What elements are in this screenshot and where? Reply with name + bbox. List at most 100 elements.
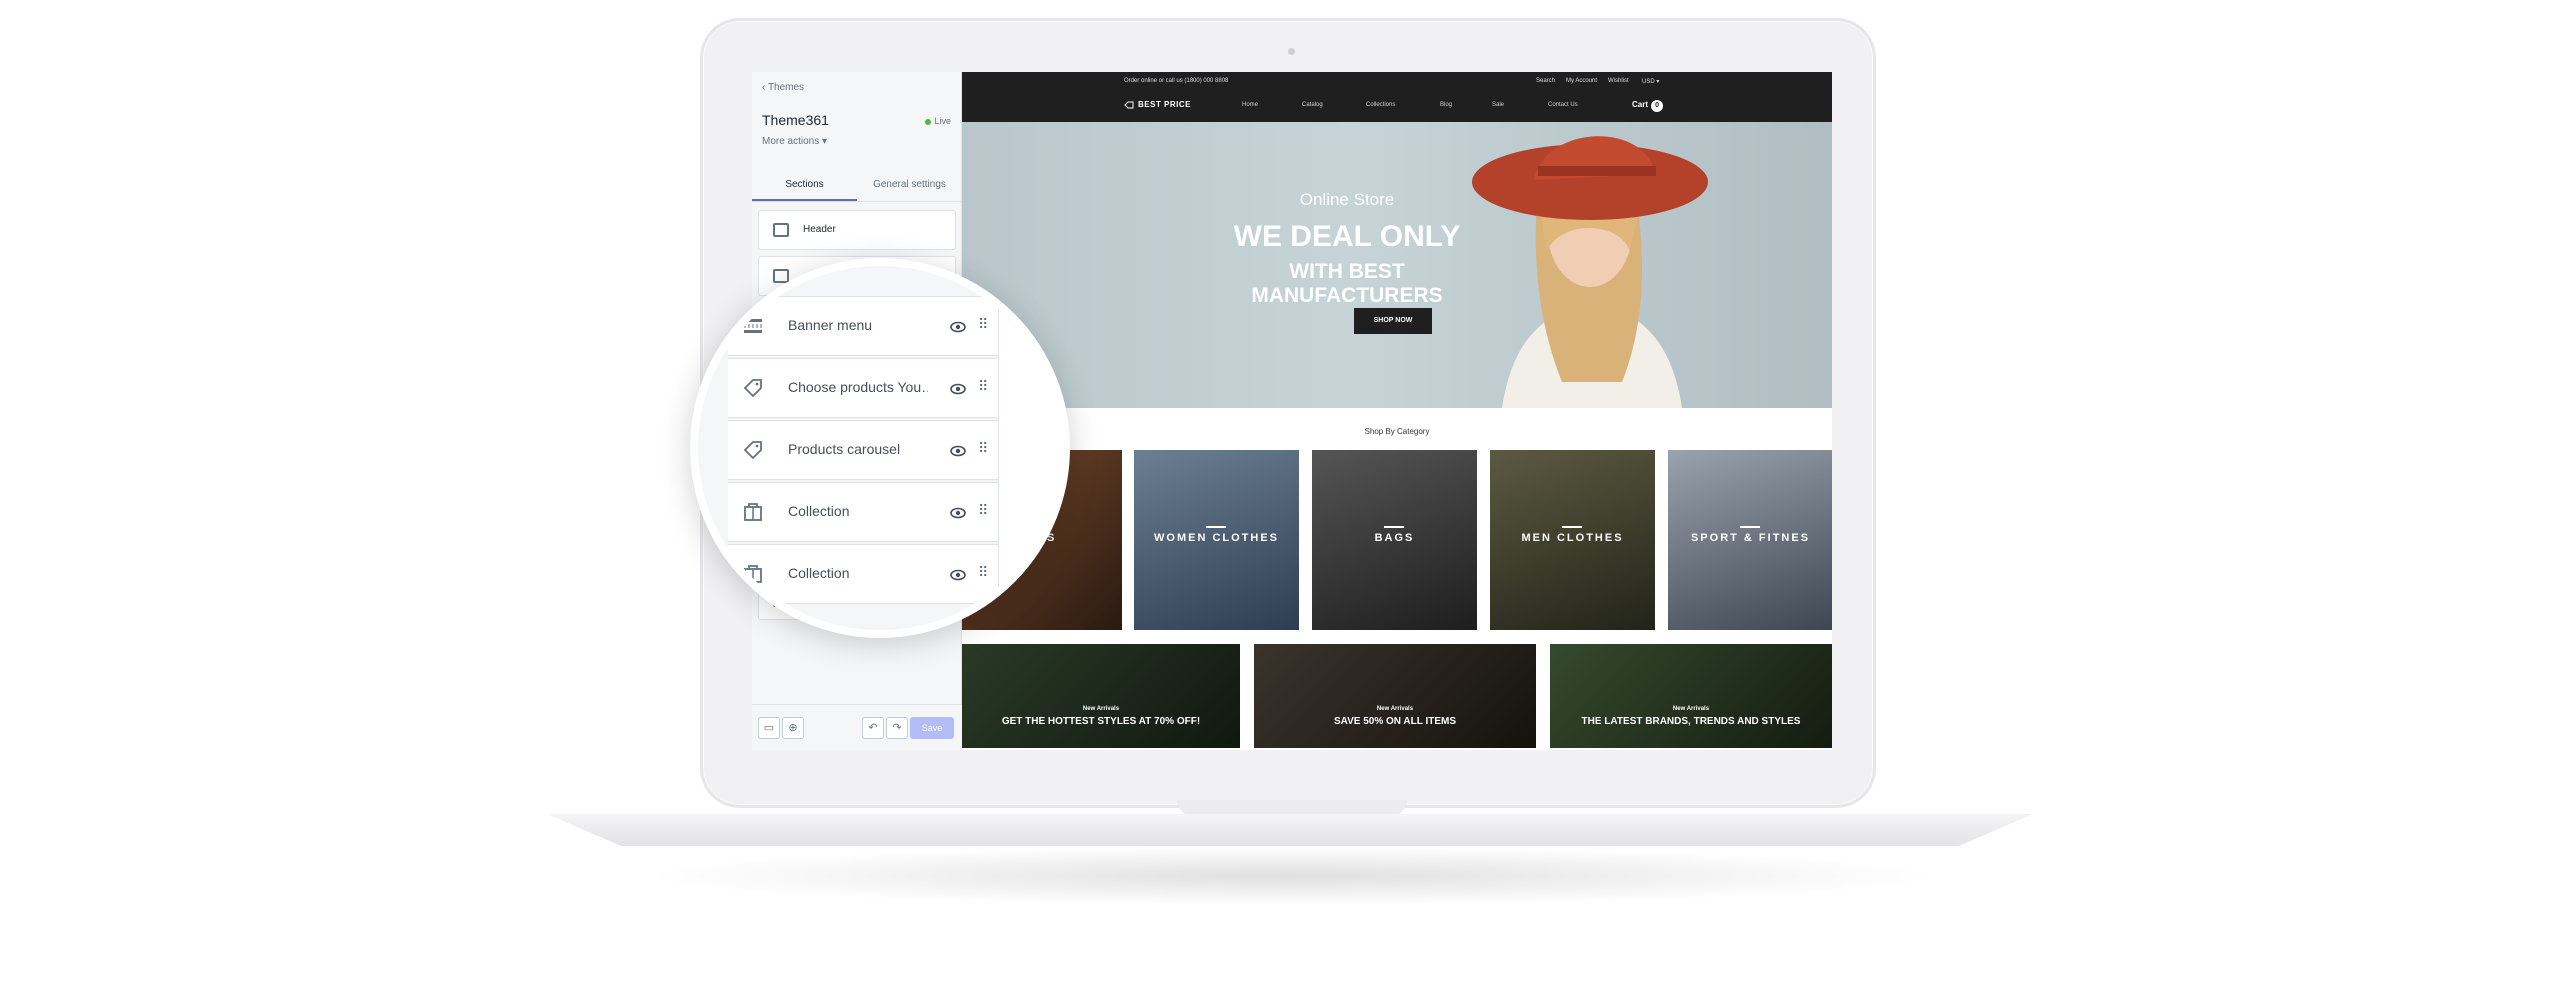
nav-home[interactable]: Home: [1242, 102, 1258, 108]
currency-label: USD: [1642, 79, 1655, 85]
promo-banner-3[interactable]: New Arrivals THE LATEST BRANDS, TRENDS A…: [1550, 644, 1832, 748]
category-tile-men[interactable]: MEN CLOTHES: [1490, 450, 1655, 630]
laptop-shadow: [640, 846, 1940, 906]
category-underline: [1740, 526, 1760, 528]
more-actions-dropdown[interactable]: More actions ▾: [762, 136, 827, 147]
visibility-eye-icon[interactable]: [950, 381, 966, 397]
section-row-collection-1[interactable]: Collection ⠿: [728, 482, 998, 542]
category-underline: [1384, 526, 1404, 528]
shop-now-button[interactable]: SHOP NOW: [1354, 308, 1432, 334]
undo-button[interactable]: ↶: [862, 717, 884, 739]
section-row-label: Banner menu: [788, 317, 873, 333]
nav-blog[interactable]: Blog: [1440, 102, 1452, 108]
promo-text: SAVE 50% ON ALL ITEMS: [1333, 716, 1457, 727]
live-status-badge: Live: [925, 116, 951, 126]
category-label: MEN CLOTHES: [1521, 532, 1624, 544]
drag-handle-icon[interactable]: ⠿: [978, 441, 988, 455]
editor-footer-bar: ▭ ⊕ ↶ ↷ Save: [752, 704, 962, 750]
redo-button[interactable]: ↷: [886, 717, 908, 739]
topbar-account-link[interactable]: My Account: [1566, 78, 1597, 84]
category-label: BAGS: [1374, 532, 1415, 544]
store-logo-text: BEST PRICE: [1138, 100, 1192, 109]
live-dot-icon: [925, 118, 932, 125]
category-tile-bags[interactable]: BAGS: [1312, 450, 1477, 630]
promo-text: GET THE HOTTEST STYLES AT 70% OFF!: [1001, 716, 1201, 727]
category-tile-women[interactable]: WOMEN CLOTHES: [1134, 450, 1299, 630]
promo-text: THE LATEST BRANDS, TRENDS AND STYLES: [1581, 716, 1801, 727]
section-item-header[interactable]: Header: [758, 210, 956, 250]
sections-magnifier: Banner menu ⠿ Choose products You… ⠿ Pro…: [690, 258, 1070, 638]
section-row-label: Collection: [788, 503, 850, 519]
collection-icon: [744, 503, 762, 521]
tab-general-settings[interactable]: General settings: [857, 170, 962, 201]
storefront-preview: Order online or call us (1800) 000 8808 …: [962, 72, 1832, 750]
section-row-banner-menu[interactable]: Banner menu ⠿: [728, 296, 998, 356]
more-actions-label: More actions: [762, 136, 820, 147]
promo-banner-1[interactable]: New Arrivals GET THE HOTTEST STYLES AT 7…: [962, 644, 1240, 748]
category-underline: [1562, 526, 1582, 528]
hero-kicker: Online Store: [1299, 190, 1395, 209]
category-section-title: Shop By Category: [1364, 427, 1430, 436]
cart-count-badge: 0: [1651, 100, 1664, 112]
laptop-base: [547, 814, 2033, 846]
tag-logo-icon: [1124, 101, 1134, 109]
drag-handle-icon[interactable]: ⠿: [978, 379, 988, 393]
drag-handle-icon[interactable]: ⠿: [978, 503, 988, 517]
drag-handle-icon[interactable]: ⠿: [978, 565, 988, 579]
topbar-search-link[interactable]: Search: [1536, 78, 1555, 84]
hero-subheadline: WITH BEST MANUFACTURERS: [1251, 260, 1443, 307]
desktop-view-button[interactable]: ▭: [758, 717, 780, 739]
save-button[interactable]: Save: [910, 717, 954, 739]
nav-collections[interactable]: Collections: [1366, 102, 1395, 108]
nav-sale[interactable]: Sale: [1492, 102, 1504, 108]
back-label: Themes: [767, 82, 805, 93]
section-row-collection-2[interactable]: Collection ⠿: [728, 544, 998, 604]
laptop-camera: [1288, 48, 1295, 55]
promo-kicker: New Arrivals: [1082, 706, 1120, 712]
visibility-eye-icon[interactable]: [950, 443, 966, 459]
cart-button[interactable]: Cart 0: [1632, 100, 1664, 112]
editor-tabs: Sections General settings: [752, 170, 962, 202]
visibility-eye-icon[interactable]: [950, 567, 966, 583]
category-label: WOMEN CLOTHES: [1154, 532, 1279, 544]
section-row-label: Choose products You…: [788, 379, 928, 395]
promo-kicker: New Arrivals: [1672, 706, 1710, 712]
category-tile-sport[interactable]: SPORT & FITNES: [1668, 450, 1832, 630]
hero-banner: Online Store WE DEAL ONLY WITH BEST MANU…: [962, 122, 1832, 408]
section-row-choose-products[interactable]: Choose products You… ⠿: [728, 358, 998, 418]
store-logo[interactable]: BEST PRICE: [1124, 100, 1191, 109]
mockup-stage: ‹ Themes Theme361 Live More actions ▾ Se…: [0, 0, 2560, 1000]
section-row-label: Products carousel: [788, 441, 901, 457]
topbar-phone: Order online or call us (1800) 000 8808: [1124, 78, 1229, 84]
laptop-notch: [1177, 800, 1407, 816]
collection-icon: [744, 565, 762, 583]
slideshow-icon: [773, 269, 789, 283]
hero-headline: WE DEAL ONLY: [1233, 220, 1461, 253]
visibility-eye-icon[interactable]: [950, 319, 966, 335]
drag-handle-icon[interactable]: ⠿: [978, 317, 988, 331]
visibility-eye-icon[interactable]: [950, 505, 966, 521]
currency-select[interactable]: USD ▾: [1642, 78, 1659, 85]
magnifier-preview-edge: [998, 266, 1062, 630]
promo-banner-2[interactable]: New Arrivals SAVE 50% ON ALL ITEMS: [1254, 644, 1536, 748]
category-underline: [1206, 526, 1226, 528]
section-row-label: Collection: [788, 565, 850, 581]
back-to-themes-link[interactable]: ‹ Themes: [762, 82, 804, 93]
category-label: SPORT & FITNES: [1690, 532, 1811, 544]
fullscreen-button[interactable]: ⊕: [782, 717, 804, 739]
header-layout-icon: [773, 223, 789, 237]
banner-menu-icon: [743, 319, 763, 333]
section-label: Header: [803, 224, 836, 235]
tag-icon: [743, 441, 762, 460]
topbar-wishlist-link[interactable]: Wishlist: [1608, 78, 1629, 84]
store-header: Order online or call us (1800) 000 8808 …: [962, 72, 1832, 122]
nav-catalog[interactable]: Catalog: [1302, 102, 1323, 108]
cart-label: Cart: [1632, 100, 1649, 109]
tab-sections[interactable]: Sections: [752, 170, 857, 201]
nav-contact[interactable]: Contact Us: [1548, 102, 1578, 108]
tag-icon: [743, 379, 762, 398]
theme-name: Theme361: [762, 112, 829, 128]
live-status-text: Live: [934, 116, 951, 126]
promo-kicker: New Arrivals: [1376, 706, 1414, 712]
section-row-products-carousel[interactable]: Products carousel ⠿: [728, 420, 998, 480]
